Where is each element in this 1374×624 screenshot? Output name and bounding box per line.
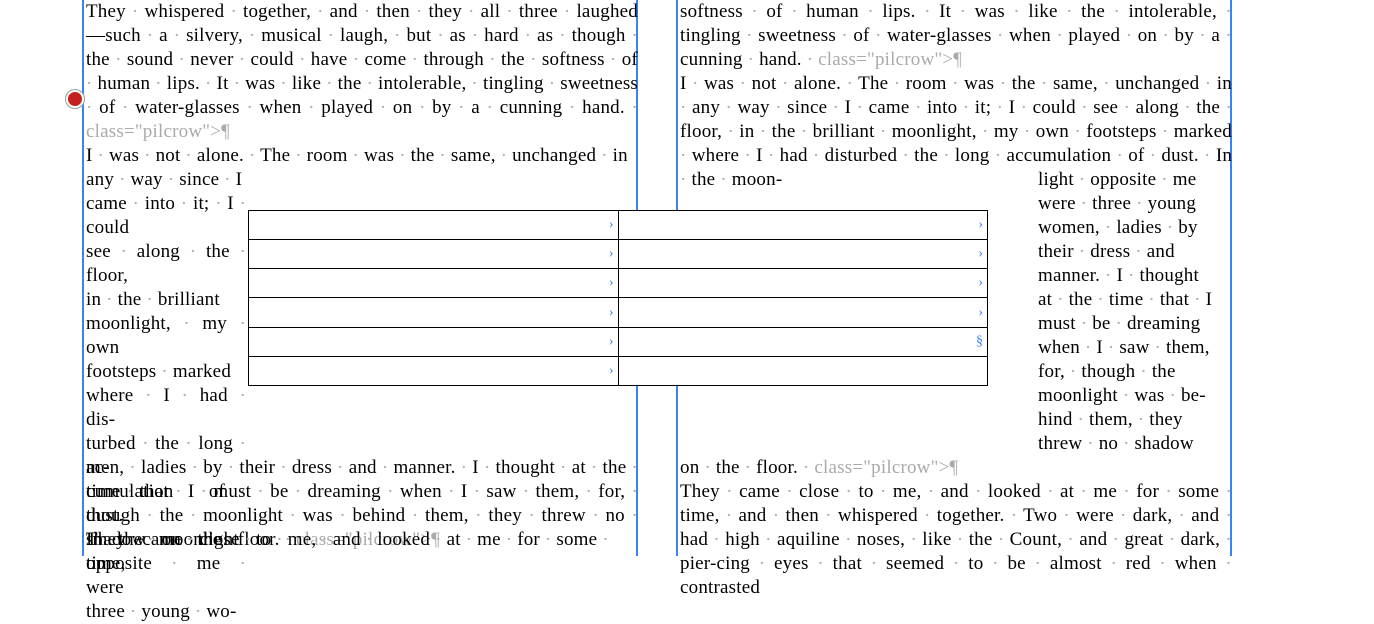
paragraph: They · whispered · together, · and · the…	[86, 0, 638, 144]
paragraph: on · the · floor. · class="pilcrow">¶	[680, 456, 1232, 480]
text-line: moonlight · was · be-	[1038, 384, 1228, 408]
table-cell[interactable]: §	[618, 327, 988, 356]
text-line: in · the · brilliant	[86, 288, 246, 312]
end-of-cell-marker: ›	[609, 242, 614, 266]
end-of-cell-marker: ›	[609, 359, 614, 383]
text-run: I · was · not · alone. · The · room · wa…	[86, 145, 628, 166]
end-of-cell-marker: ›	[609, 271, 614, 295]
text-run: softness · of · human · lips. · It · was…	[680, 1, 1232, 70]
table-cell[interactable]: ›	[249, 211, 619, 240]
table-row: › ›	[249, 211, 988, 240]
end-of-cell-marker: ›	[609, 213, 614, 237]
text-line: must · be · dreaming	[1038, 312, 1228, 336]
text-line: three · young · wo-	[86, 600, 246, 624]
end-of-cell-marker: ›	[978, 271, 983, 295]
end-of-cell-marker: ›	[978, 301, 983, 325]
table-cell[interactable]: ›	[249, 327, 619, 356]
text-line: footsteps · marked	[86, 360, 246, 384]
table-row: › ›	[249, 240, 988, 269]
text-line: at · the · time · that · I	[1038, 288, 1228, 312]
text-run: They · came · close · to · me, · and · l…	[86, 529, 609, 574]
text-run: They · came · close · to · me, · and · l…	[680, 481, 1232, 598]
end-of-cell-marker: ›	[978, 242, 983, 266]
paragraph: They · came · close · to · me, · and · l…	[680, 480, 1232, 600]
table-cell[interactable]: ›	[249, 356, 619, 385]
text-line: women, · ladies · by	[1038, 216, 1228, 240]
end-of-cell-marker: ›	[609, 301, 614, 325]
table[interactable]: › › › › › › › › › § ›	[248, 210, 988, 386]
paragraph: They · came · close · to · me, · and · l…	[86, 528, 638, 576]
table-frame[interactable]: › › › › › › › › › § ›	[248, 210, 988, 386]
table-cell[interactable]: ›	[618, 269, 988, 298]
table-row: › §	[249, 327, 988, 356]
table-cell[interactable]: ›	[249, 269, 619, 298]
table-cell[interactable]: ›	[618, 211, 988, 240]
paragraph: I · was · not · alone. · The · room · wa…	[86, 144, 638, 168]
text-line: hind · them, · they	[1038, 408, 1228, 432]
text-run: They · whispered · together, · and · the…	[86, 1, 638, 142]
comment-marker-icon[interactable]	[66, 90, 84, 108]
table-cell[interactable]: ›	[249, 240, 619, 269]
text-line: their · dress · and	[1038, 240, 1228, 264]
text-run: on · the · floor. · class="pilcrow">¶	[680, 457, 958, 478]
text-line: threw · no · shadow	[1038, 432, 1228, 456]
paragraph: softness · of · human · lips. · It · was…	[680, 0, 1232, 72]
text-line: moonlight, · my · own	[86, 312, 246, 360]
section-marker: §	[976, 330, 983, 354]
table-cell[interactable]: ›	[618, 240, 988, 269]
text-line: see · along · the · floor,	[86, 240, 246, 288]
text-line: light · opposite · me	[1038, 168, 1228, 192]
text-line: when · I · saw · them,	[1038, 336, 1228, 360]
table-cell[interactable]	[618, 356, 988, 385]
end-of-cell-marker: ›	[609, 330, 614, 354]
text-line: where · I · had · dis-	[86, 384, 246, 432]
table-row: › ›	[249, 269, 988, 298]
text-line: manner. · I · thought	[1038, 264, 1228, 288]
table-row: › ›	[249, 298, 988, 327]
table-row: ›	[249, 356, 988, 385]
table-cell[interactable]: ›	[618, 298, 988, 327]
text-wrap-column-right: light · opposite · mewere · three · youn…	[1038, 168, 1228, 456]
text-line: any · way · since · I	[86, 168, 246, 192]
text-line: were · three · young	[1038, 192, 1228, 216]
text-line: came · into · it; · I · could	[86, 192, 246, 240]
end-of-cell-marker: ›	[978, 213, 983, 237]
table-cell[interactable]: ›	[249, 298, 619, 327]
text-line: for, · though · the	[1038, 360, 1228, 384]
